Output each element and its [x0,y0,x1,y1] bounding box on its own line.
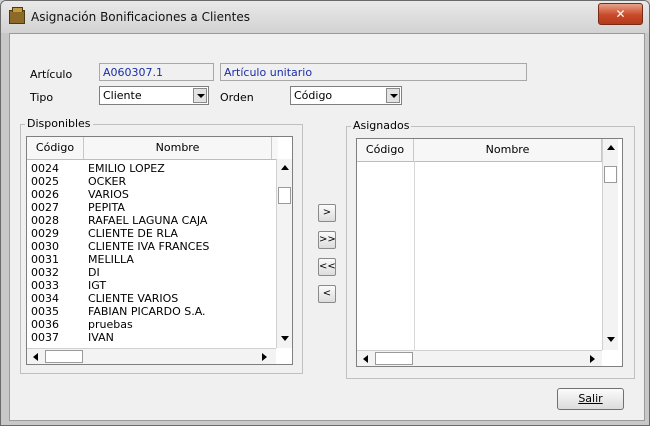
column-header-nombre[interactable]: Nombre [84,137,272,159]
horizontal-scrollbar[interactable] [357,350,602,366]
row-codigo: 0024 [31,162,59,175]
table-row[interactable]: 0032 DI [27,266,272,279]
dialog-body: Artículo A060307.1 Artículo unitario Tip… [9,33,645,421]
window-title: Asignación Bonificaciones a Clientes [31,10,250,24]
chevron-down-icon[interactable] [193,88,207,103]
table-row[interactable]: 0024 EMILIO LOPEZ [27,162,272,175]
vertical-scrollbar[interactable] [276,159,292,348]
row-codigo: 0032 [31,266,59,279]
remove-all-button[interactable]: << [318,258,336,276]
row-codigo: 0027 [31,201,59,214]
scroll-thumb[interactable] [278,187,291,204]
table-row[interactable]: 0031 MELILLA [27,253,272,266]
box-icon [9,7,25,24]
table-row[interactable]: 0028 RAFAEL LAGUNA CAJA [27,214,272,227]
row-codigo: 0030 [31,240,59,253]
row-nombre: pruebas [88,318,133,331]
chevron-down-icon[interactable] [386,88,400,103]
table-row[interactable]: 0034 CLIENTE VARIOS [27,292,272,305]
scroll-down-icon[interactable] [278,331,292,345]
row-nombre: CLIENTE DE RLA [88,227,178,240]
row-codigo: 0025 [31,175,59,188]
vertical-scrollbar[interactable] [602,139,618,350]
articulo-label: Artículo [30,68,73,81]
row-codigo: 0033 [31,279,59,292]
table-row[interactable]: 0025 OCKER [27,175,272,188]
tipo-label: Tipo [30,91,54,104]
row-codigo: 0034 [31,292,59,305]
table-row[interactable]: 0027 PEPITA [27,201,272,214]
articulo-code-field: A060307.1 [99,63,214,81]
scroll-right-icon[interactable] [257,350,271,364]
tipo-selected-value: Cliente [103,89,142,102]
close-button[interactable]: ✕ [598,3,643,25]
column-header-codigo[interactable]: Código [357,139,414,161]
title-bar[interactable]: Asignación Bonificaciones a Clientes ✕ [1,1,649,33]
row-codigo: 0035 [31,305,59,318]
orden-label: Orden [220,91,254,104]
row-nombre: VARIOS [88,188,129,201]
column-header-codigo[interactable]: Código [27,137,84,159]
scroll-thumb[interactable] [604,166,617,183]
row-codigo: 0026 [31,188,59,201]
disponibles-grid[interactable]: Código Nombre 0024 EMILIO LOPEZ 0025 OCKER 0… [26,136,293,365]
table-row[interactable]: 0035 FABIAN PICARDO S.A. [27,305,272,318]
articulo-description-field: Artículo unitario [220,63,527,81]
orden-selected-value: Código [294,89,333,102]
scroll-right-icon[interactable] [585,352,599,366]
dialog-window: Asignación Bonificaciones a Clientes ✕ A… [0,0,650,426]
row-nombre: PEPITA [88,201,125,214]
asignados-grid[interactable]: Código Nombre [356,138,623,367]
table-row[interactable]: 0033 IGT [27,279,272,292]
horizontal-scrollbar[interactable] [27,348,276,364]
scroll-thumb[interactable] [45,350,83,363]
row-codigo: 0029 [31,227,59,240]
column-header-nombre[interactable]: Nombre [414,139,602,161]
row-codigo: 0036 [31,318,59,331]
row-codigo: 0037 [31,331,59,344]
column-divider [414,161,415,350]
row-nombre: CLIENTE VARIOS [88,292,179,305]
exit-button-label: Salir [578,392,603,405]
scroll-left-icon[interactable] [359,352,373,366]
orden-select[interactable]: Código [290,86,402,105]
table-row[interactable]: 0037 IVAN [27,331,272,344]
row-nombre: CLIENTE IVA FRANCES [88,240,210,253]
row-nombre: FABIAN PICARDO S.A. [88,305,206,318]
row-codigo: 0028 [31,214,59,227]
scroll-thumb[interactable] [375,352,413,365]
table-row[interactable]: 0029 CLIENTE DE RLA [27,227,272,240]
row-nombre: OCKER [88,175,127,188]
asignados-group: Asignados Código Nombre [346,119,635,379]
asignados-title: Asignados [351,119,412,132]
row-nombre: IVAN [88,331,114,344]
remove-selected-button[interactable]: < [318,285,336,303]
table-row[interactable]: 0026 VARIOS [27,188,272,201]
row-nombre: DI [88,266,100,279]
grid-header: Código Nombre [357,139,608,162]
table-row[interactable]: 0030 CLIENTE IVA FRANCES [27,240,272,253]
row-codigo: 0031 [31,253,59,266]
row-nombre: IGT [88,279,107,292]
scroll-down-icon[interactable] [604,332,618,346]
scroll-left-icon[interactable] [29,350,43,364]
table-row[interactable]: 0036 pruebas [27,318,272,331]
scroll-up-icon[interactable] [278,161,292,175]
scroll-up-icon[interactable] [604,141,618,155]
add-all-button[interactable]: >> [318,231,336,249]
row-nombre: MELILLA [88,253,134,266]
tipo-select[interactable]: Cliente [99,86,209,105]
row-nombre: EMILIO LOPEZ [88,162,165,175]
row-nombre: RAFAEL LAGUNA CAJA [88,214,208,227]
disponibles-group: Disponibles Código Nombre 0024 EMILIO LOP… [20,117,303,374]
disponibles-title: Disponibles [25,117,93,130]
grid-header: Código Nombre [27,137,278,160]
add-selected-button[interactable]: > [318,204,336,222]
exit-button[interactable]: Salir [557,388,624,410]
